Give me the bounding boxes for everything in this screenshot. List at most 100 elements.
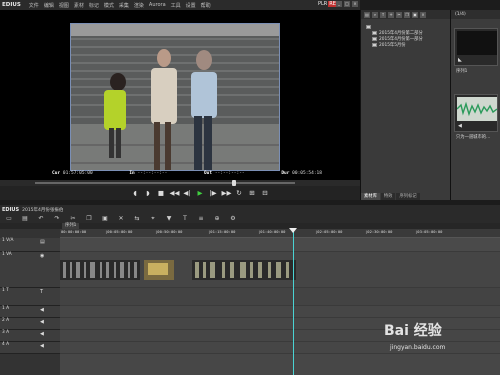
set-in-icon[interactable]: ◖ xyxy=(131,189,140,198)
stop-icon[interactable]: ■ xyxy=(157,189,166,198)
scrub-track[interactable] xyxy=(35,182,295,184)
tab-markers[interactable]: 序列标记 xyxy=(396,193,420,200)
track-header[interactable]: 1 VA ◉ xyxy=(0,252,60,288)
speaker-icon[interactable]: ◀ xyxy=(40,343,44,349)
speaker-icon[interactable]: ◀ xyxy=(40,331,44,337)
paste-icon[interactable]: ▣ xyxy=(100,215,110,222)
sequence-icon: ◣ xyxy=(458,57,462,63)
menu-tools[interactable]: 工具 xyxy=(171,2,181,9)
track-row[interactable] xyxy=(60,288,500,306)
track-row[interactable] xyxy=(60,238,500,252)
open-icon[interactable]: ▭ xyxy=(4,215,14,222)
menu-aurora[interactable]: Aurora xyxy=(149,2,166,8)
menu-capture[interactable]: 采集 xyxy=(119,2,129,9)
waveform-icon xyxy=(456,97,498,121)
clip-name: 序列1 xyxy=(456,69,468,74)
timeline-ruler[interactable]: 00:00:00:00 |00:05:00:00 |00:50:00:00 |0… xyxy=(60,229,500,238)
copy-icon[interactable]: ❐ xyxy=(404,11,410,18)
menu-view[interactable]: 视图 xyxy=(59,2,69,9)
cut-icon[interactable]: ✂ xyxy=(68,215,78,222)
mute-icon[interactable]: ◉ xyxy=(40,253,44,259)
marker-icon[interactable]: ▼ xyxy=(164,215,174,222)
menu-settings[interactable]: 设置 xyxy=(186,2,196,9)
folder-icon xyxy=(372,37,377,41)
menu-mode[interactable]: 模式 xyxy=(104,2,114,9)
redo-icon[interactable]: ↷ xyxy=(52,215,62,222)
delete-icon[interactable]: ✕ xyxy=(116,215,126,222)
track-header[interactable]: 4 A ◀ xyxy=(0,342,60,354)
timecode-bar: Cur 01:57:05:00 In --:--:--:-- Out --:--… xyxy=(52,171,322,179)
clip-name: 只为一道城市的... xyxy=(456,135,491,140)
timeline-toolbar: ▭ ▤ ↶ ↷ ✂ ❐ ▣ ✕ ⇆ ⌖ ▼ T ≡ ⊕ ⚙ xyxy=(0,214,500,223)
track-header[interactable]: 1 V/A ▤ xyxy=(0,238,60,252)
track-row[interactable] xyxy=(60,306,500,318)
title-icon[interactable]: T xyxy=(180,215,190,222)
copy-icon[interactable]: ❐ xyxy=(84,215,94,222)
overwrite-icon[interactable]: ⊟ xyxy=(261,189,270,198)
tab-effects[interactable]: 特效 xyxy=(380,193,396,200)
search-icon[interactable]: ⌕ xyxy=(372,11,378,18)
timeline-logo: EDIUS xyxy=(2,206,20,213)
cut-icon[interactable]: ✂ xyxy=(396,11,402,18)
video-frame[interactable] xyxy=(70,23,280,171)
in-timecode: In --:--:--:-- xyxy=(129,171,168,176)
ruler-label: |02:30:00:00 xyxy=(365,229,393,234)
menu-edit[interactable]: 编辑 xyxy=(44,2,54,9)
mixer-icon[interactable]: ≡ xyxy=(196,215,206,222)
menu-render[interactable]: 渲染 xyxy=(134,2,144,9)
maximize-icon[interactable]: □ xyxy=(344,1,350,7)
snap-icon[interactable]: ⌖ xyxy=(148,215,158,223)
clip-audio[interactable]: ◀ xyxy=(454,94,498,132)
track-header[interactable]: 1 TT xyxy=(0,288,60,306)
paste-icon[interactable]: ▣ xyxy=(412,11,418,18)
settings-icon[interactable]: ⚙ xyxy=(228,215,238,222)
fast-forward-icon[interactable]: ▶▶ xyxy=(222,189,232,198)
cur-timecode: Cur 01:57:05:00 xyxy=(52,171,93,176)
ruler-label: |03:05:00:00 xyxy=(415,229,443,234)
project-name: 2015年4月份张振伯 xyxy=(22,207,64,213)
save-icon[interactable]: ▤ xyxy=(20,215,30,222)
folder-icon[interactable]: ▤ xyxy=(364,11,370,18)
clip-sequence[interactable]: ◣ xyxy=(454,28,498,66)
track-header[interactable]: 1 A ◀ xyxy=(0,306,60,318)
speaker-icon[interactable]: ◀ xyxy=(40,307,44,313)
up-icon[interactable]: ↑ xyxy=(380,11,386,18)
menu-clip[interactable]: 素材 xyxy=(74,2,84,9)
ruler-label: |01:15:00:00 xyxy=(208,229,236,234)
playhead-handle[interactable] xyxy=(289,228,297,233)
play-icon[interactable]: ▶ xyxy=(196,189,205,198)
window-controls: _ □ × xyxy=(336,1,358,7)
audio-icon: ◀ xyxy=(458,123,462,129)
clip-thumbnail xyxy=(457,31,497,55)
track-row[interactable] xyxy=(60,252,500,288)
minimize-icon[interactable]: _ xyxy=(336,1,342,7)
folder-item[interactable]: 2015年5月份 xyxy=(364,42,449,48)
menu-help[interactable]: 帮助 xyxy=(201,2,211,9)
close-icon[interactable]: × xyxy=(352,1,358,7)
rewind-icon[interactable]: ◀◀ xyxy=(170,189,180,198)
menu-file[interactable]: 文件 xyxy=(29,2,39,9)
folder-tree: 2015年4月份第二部分 2015年4月份第一部分 2015年5月份 xyxy=(364,24,449,48)
zoom-icon[interactable]: ⊕ xyxy=(212,215,222,222)
playhead[interactable] xyxy=(293,229,294,375)
dur-timecode: Dur 00:05:54:18 xyxy=(281,171,322,176)
delete-icon[interactable]: × xyxy=(420,11,426,18)
folder-icon xyxy=(372,31,377,35)
set-out-icon[interactable]: ◗ xyxy=(144,189,153,198)
lock-icon[interactable]: ▤ xyxy=(40,239,45,245)
step-forward-icon[interactable]: |▶ xyxy=(209,189,218,198)
tab-bin[interactable]: 素材库 xyxy=(361,193,380,200)
track-header[interactable]: 2 A ◀ xyxy=(0,318,60,330)
insert-icon[interactable]: ⊞ xyxy=(248,189,257,198)
track-header[interactable]: 3 A ◀ xyxy=(0,330,60,342)
menu-marker[interactable]: 标记 xyxy=(89,2,99,9)
track-headers: 1 V/A ▤ 1 VA ◉ 1 TT 1 A ◀ 2 A ◀ 3 A ◀ 4 A ◀ xyxy=(0,229,60,375)
add-icon[interactable]: + xyxy=(388,11,394,18)
undo-icon[interactable]: ↶ xyxy=(36,215,46,222)
plr-mode[interactable]: PLR xyxy=(318,1,327,7)
step-back-icon[interactable]: ◀| xyxy=(183,189,192,198)
title-track-icon[interactable]: T xyxy=(40,289,43,295)
speaker-icon[interactable]: ◀ xyxy=(40,319,44,325)
loop-icon[interactable]: ↻ xyxy=(235,189,244,198)
ripple-icon[interactable]: ⇆ xyxy=(132,215,142,222)
